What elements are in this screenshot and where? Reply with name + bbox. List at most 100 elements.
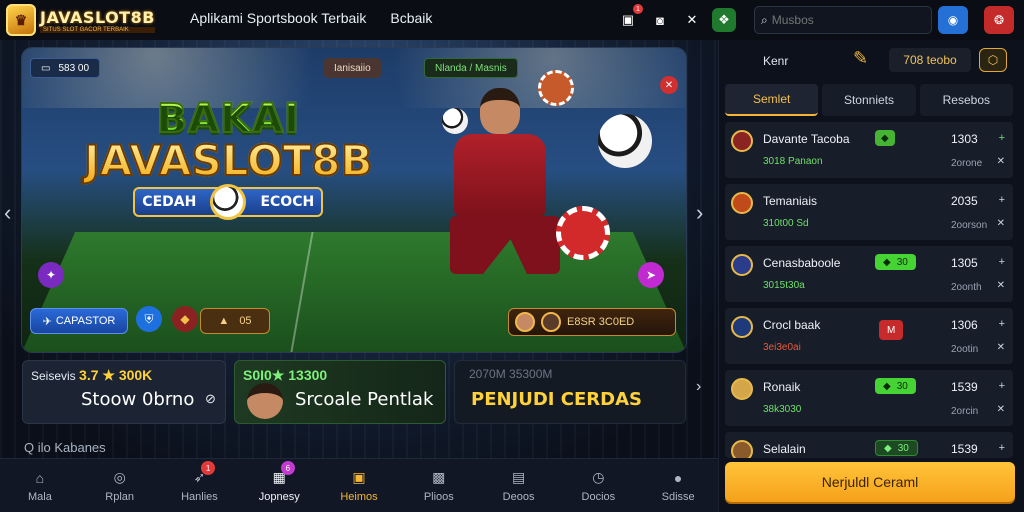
hero-badge: CEDAH ECOCH (133, 184, 324, 220)
search-box[interactable]: ⌕ (754, 6, 932, 34)
chevron-right-icon[interactable]: › (696, 378, 701, 396)
promo-card-2[interactable]: S0I0★ 13300 Srcoale Pentlak (234, 360, 446, 424)
screen-icon[interactable]: ◙ (648, 8, 672, 32)
remove-icon[interactable]: ✕ (997, 156, 1005, 167)
odds-pill[interactable]: ◆ 30 (875, 440, 918, 456)
bottom-nav-item-9[interactable]: ● Sdisse (638, 459, 718, 512)
gift-icon[interactable]: ❂ (984, 6, 1014, 34)
shield-icon[interactable]: ⛨ (136, 306, 162, 332)
add-icon[interactable]: + (999, 442, 1005, 454)
tab-green[interactable]: Nlanda / Masnis (424, 58, 518, 78)
counter-button[interactable]: ▲ 05 (200, 308, 270, 334)
promo-card-1[interactable]: Seisevis 3.7 ★ 300K Stoow 0brno ⊘ (22, 360, 226, 424)
avatar (731, 192, 753, 214)
chat-icon: ● (673, 469, 683, 486)
add-icon[interactable]: + (999, 194, 1005, 206)
promo-card-3[interactable]: 2070M 35300M PENJUDI CERDAS (454, 360, 686, 424)
top-nav: Aplikami Sportsbook Terbaik Bcbaik (190, 10, 432, 26)
list-item[interactable]: Ronaik 38k3030 ◆ 30 1539 2orcin + ✕ (725, 370, 1013, 426)
avatar (731, 254, 753, 276)
odds-pill[interactable]: ◆ 30 (875, 378, 916, 394)
remove-icon[interactable]: ✕ (997, 280, 1005, 291)
team-logo-icon: M (879, 320, 904, 340)
info-icon[interactable]: ⊘ (205, 391, 216, 407)
green-action-icon[interactable]: ❖ (712, 8, 736, 32)
remove-icon[interactable]: ✕ (997, 404, 1005, 415)
bottom-nav-item-2[interactable]: ◎ Rplan (80, 459, 160, 512)
arrow-right-icon[interactable]: ➤ (638, 262, 664, 288)
odds-pill[interactable]: ◆ 30 (875, 254, 916, 270)
close-icon[interactable]: ✕ (660, 76, 678, 94)
cta-button[interactable]: Nerjuldl Ceraml (725, 462, 1015, 502)
avatar (731, 440, 753, 458)
row-meta: 2orone (951, 158, 983, 169)
hero-banner[interactable]: ▭ 583 00 Ianisaiio Nlanda / Masnis ✕ BAK… (22, 48, 686, 352)
notification-badge: 1 (633, 4, 643, 14)
promo-card-3-title: PENJUDI CERDAS (471, 389, 642, 410)
logo-text-group: JAVASLOT8B SITUS SLOT GACOR TERBAIK (40, 8, 155, 33)
camera-icon: ▭ (41, 62, 51, 74)
bottom-nav-item-6[interactable]: ▩ Plioos (399, 459, 479, 512)
promo-strip-text: E8SR 3C0ED (567, 316, 635, 328)
shuffle-icon[interactable]: ✕ (680, 8, 704, 32)
pencil-icon[interactable]: ✎ (853, 48, 868, 69)
tab-center[interactable]: Ianisaiio (324, 58, 381, 78)
row-name: Temaniais (763, 194, 818, 208)
tab-semlet[interactable]: Semlet (725, 84, 819, 116)
bottom-nav-label: Heimos (340, 490, 378, 503)
bottom-nav-label: Hanlies (181, 490, 218, 503)
bottom-nav-item-5[interactable]: ▣ Heimos (319, 459, 399, 512)
dice-icon[interactable]: ⬡ (979, 48, 1007, 72)
row-name: Cenasbaboole (763, 256, 841, 270)
list-item[interactable]: Selalain ◆ 30 1539 + (725, 432, 1013, 458)
right-panel-list: Davante Tacoba 3018 Panaon ◆ 1303 2orone… (725, 122, 1013, 464)
soccer-ball-small-icon (442, 108, 468, 134)
list-item[interactable]: Crocl baak 3ei3e0ai M 1306 2ootin + ✕ (725, 308, 1013, 364)
promo-card-1-label: Seisevis (31, 369, 76, 383)
next-banner-arrow-icon[interactable]: › (696, 200, 703, 226)
row-name: Crocl baak (763, 318, 821, 332)
row-sub: 3ei3e0ai (763, 342, 801, 353)
nav-link-second[interactable]: Bcbaik (390, 10, 432, 26)
primary-button[interactable]: ✈ CAPASTOR (30, 308, 128, 334)
list-item[interactable]: Temaniais 310t00 Sd 2035 2oorson + ✕ (725, 184, 1013, 240)
add-icon[interactable]: + (999, 318, 1005, 330)
wand-icon[interactable]: ✦ (38, 262, 64, 288)
list-item[interactable]: Davante Tacoba 3018 Panaon ◆ 1303 2orone… (725, 122, 1013, 178)
home-icon: ⌂ (35, 469, 45, 486)
bottom-nav-item-7[interactable]: ▤ Deoos (479, 459, 559, 512)
bottom-nav-label: Sdisse (661, 490, 695, 503)
avatar (515, 312, 535, 332)
row-name: Selalain (763, 442, 806, 456)
balance-chip[interactable]: ▭ 583 00 (30, 58, 101, 78)
tab-resebos[interactable]: Resebos (919, 84, 1013, 116)
bottom-nav-item-4[interactable]: ▦ 6 Jopnesy (239, 459, 319, 512)
add-icon[interactable]: + (999, 380, 1005, 392)
row-value: 2035 (951, 194, 978, 208)
search-input[interactable] (771, 13, 922, 27)
user-circle-icon[interactable]: ◉ (938, 6, 968, 34)
row-value: 1305 (951, 256, 978, 270)
tab-stonniets[interactable]: Stonniets (822, 84, 916, 116)
wallet-icon[interactable]: ▣ 1 (616, 4, 643, 32)
remove-icon[interactable]: ✕ (997, 218, 1005, 229)
player-head (480, 88, 520, 134)
diamond-icon[interactable]: ◆ (172, 306, 198, 332)
add-icon[interactable]: + (999, 256, 1005, 268)
row-meta: 2ootin (951, 344, 979, 355)
prev-arrow-icon[interactable]: ‹ (4, 200, 11, 226)
bottom-nav-item-8[interactable]: ◷ Docios (558, 459, 638, 512)
row-value: 1306 (951, 318, 978, 332)
list-item[interactable]: Cenasbaboole 3015t30a ◆ 30 1305 2oonth + … (725, 246, 1013, 302)
logo[interactable]: ♛ JAVASLOT8B SITUS SLOT GACOR TERBAIK (6, 2, 156, 38)
bottom-nav-label: Mala (27, 490, 52, 503)
bottom-nav-item-3[interactable]: ➶ 1 Hanlies (160, 459, 240, 512)
avatar (731, 316, 753, 338)
remove-icon[interactable]: ✕ (997, 342, 1005, 353)
nav-link-sportsbook[interactable]: Aplikami Sportsbook Terbaik (190, 10, 366, 26)
add-icon[interactable]: + (999, 132, 1005, 144)
bottom-nav-item-1[interactable]: ⌂ Mala (0, 459, 80, 512)
row-sub: 310t00 Sd (763, 218, 809, 229)
promo-strip[interactable]: E8SR 3C0ED (508, 308, 676, 336)
promo-card-1-value: 3.7 ★ 300K (79, 367, 153, 383)
